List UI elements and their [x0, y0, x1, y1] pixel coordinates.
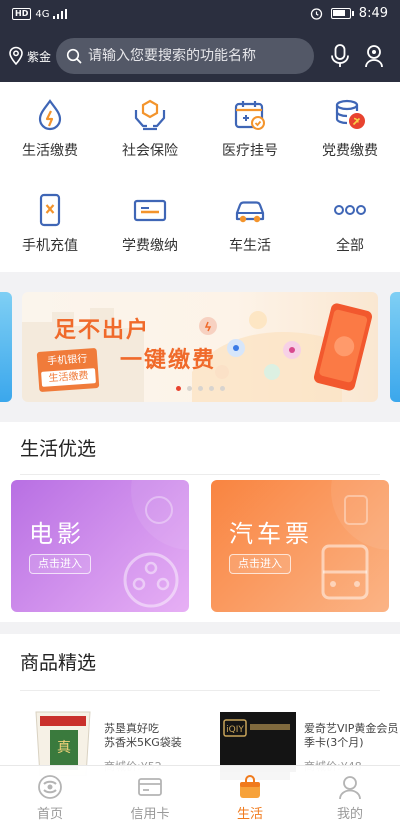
service-label: 医疗挂号 — [222, 143, 278, 159]
shopping-bag-icon — [240, 775, 260, 798]
service-label: 社会保险 — [122, 143, 178, 159]
bus-enter-button[interactable]: 点击进入 — [229, 554, 291, 574]
status-bar: HD 4G 8:49 — [0, 0, 400, 30]
divider — [20, 690, 380, 691]
banner-tag-line-1: 手机银行 — [47, 353, 88, 368]
iqiyi-card-icon: iQIY — [220, 712, 296, 772]
service-phone-topup[interactable]: 手机充值 — [0, 177, 100, 267]
bottom-tab-bar: 首页 信用卡 生活 我的 — [0, 765, 400, 830]
svg-text:iQIY: iQIY — [226, 725, 244, 735]
tab-mine[interactable]: 我的 — [300, 766, 400, 830]
product-iqiyi-name[interactable]: 爱奇艺VIP黄金会员 季卡(3个月) — [304, 722, 398, 750]
svg-text:真: 真 — [57, 740, 71, 756]
battery-icon — [330, 8, 354, 19]
location-selector[interactable]: 紫金 — [8, 46, 51, 66]
signal-icon — [53, 9, 68, 19]
divider — [20, 474, 380, 475]
hd-indicator: HD — [12, 8, 32, 20]
movie-card[interactable]: 电影 点击进入 — [11, 480, 189, 612]
service-all[interactable]: 全部 — [300, 177, 400, 267]
customer-service-icon[interactable] — [361, 42, 387, 70]
product-name-line-1: 爱奇艺VIP黄金会员 — [304, 722, 399, 735]
services-grid: 生活缴费 社会保险 医疗挂号 党费缴费 手机充值 学费缴纳 车生活 全部 — [0, 82, 400, 272]
credit-card-icon — [138, 778, 162, 796]
calendar-plus-icon — [234, 101, 265, 130]
service-label: 生活缴费 — [22, 143, 78, 159]
carousel-dot[interactable] — [219, 386, 225, 391]
carousel-dots — [22, 386, 378, 391]
alarm-icon — [310, 8, 322, 20]
tab-label: 我的 — [336, 807, 363, 822]
bus-card-title: 汽车票 — [229, 520, 313, 548]
movie-card-title: 电影 — [29, 520, 85, 548]
banner-headline-2: 一键缴费 — [120, 348, 217, 373]
service-label: 车生活 — [229, 238, 271, 254]
banner-headline-1: 足不出户 — [54, 318, 151, 343]
app-screen: HD 4G 8:49 紫金 请输入您要搜索的功能名称 生活缴费 社会保险 医疗挂… — [0, 0, 400, 830]
status-left: HD 4G — [12, 8, 68, 20]
service-label: 党费缴费 — [322, 143, 378, 159]
product-name-line-2: 季卡(3个月) — [304, 736, 364, 749]
user-icon — [339, 776, 361, 800]
banner-tag-line-2: 生活缴费 — [41, 368, 96, 387]
more-dots-icon — [334, 205, 366, 215]
banner-prev-slide[interactable] — [0, 292, 12, 402]
service-party-fee[interactable]: 党费缴费 — [300, 82, 400, 172]
card-icon — [133, 199, 167, 222]
battery-fill — [332, 10, 345, 16]
carousel-dot[interactable] — [175, 386, 181, 391]
location-pin-icon — [9, 46, 23, 66]
service-label: 全部 — [336, 238, 364, 254]
service-social-insurance[interactable]: 社会保险 — [100, 82, 200, 172]
location-label: 紫金 — [27, 49, 52, 64]
product-name-line-1: 苏垦真好吃 — [104, 722, 159, 735]
tab-home[interactable]: 首页 — [0, 766, 100, 830]
service-label: 学费缴纳 — [122, 238, 178, 254]
product-name-line-2: 苏香米5KG袋装 — [104, 736, 182, 749]
bus-ticket-card[interactable]: 汽车票 点击进入 — [211, 480, 389, 612]
service-car-life[interactable]: 车生活 — [200, 177, 300, 267]
carousel-dot[interactable] — [186, 386, 192, 391]
tab-credit-card[interactable]: 信用卡 — [100, 766, 200, 830]
tab-life[interactable]: 生活 — [200, 766, 300, 830]
service-medical-registration[interactable]: 医疗挂号 — [200, 82, 300, 172]
hands-hexagon-icon — [134, 99, 166, 131]
banner-next-slide[interactable] — [390, 292, 400, 402]
water-drop-icon — [38, 99, 62, 131]
status-right: 8:49 — [310, 6, 388, 21]
search-icon — [66, 48, 82, 64]
banner-slide[interactable]: 足不出户 一键缴费 手机银行 生活缴费 — [22, 292, 378, 402]
product-rice-name[interactable]: 苏垦真好吃 苏香米5KG袋装 — [104, 722, 182, 750]
clock: 8:49 — [358, 6, 388, 21]
movie-enter-button[interactable]: 点击进入 — [29, 554, 91, 574]
banner-carousel[interactable]: 足不出户 一键缴费 手机银行 生活缴费 — [0, 272, 400, 422]
network-type: 4G — [35, 8, 50, 20]
service-life-payment[interactable]: 生活缴费 — [0, 82, 100, 172]
coin-party-icon — [335, 99, 365, 129]
phone-icon — [39, 193, 61, 227]
service-label: 手机充值 — [22, 238, 78, 254]
service-tuition[interactable]: 学费缴纳 — [100, 177, 200, 267]
tab-label: 首页 — [36, 807, 63, 822]
microphone-icon[interactable] — [327, 42, 353, 70]
carousel-dot[interactable] — [208, 386, 214, 391]
life-section-title: 生活优选 — [20, 438, 97, 460]
top-header: 紫金 — [0, 30, 400, 82]
products-section-title: 商品精选 — [20, 652, 97, 674]
home-logo-icon — [38, 775, 62, 799]
search-input[interactable] — [88, 48, 298, 64]
tab-label: 信用卡 — [130, 807, 170, 822]
carousel-dot[interactable] — [197, 386, 203, 391]
car-icon — [235, 201, 265, 223]
tab-label: 生活 — [236, 807, 263, 822]
search-bar[interactable] — [56, 38, 314, 74]
